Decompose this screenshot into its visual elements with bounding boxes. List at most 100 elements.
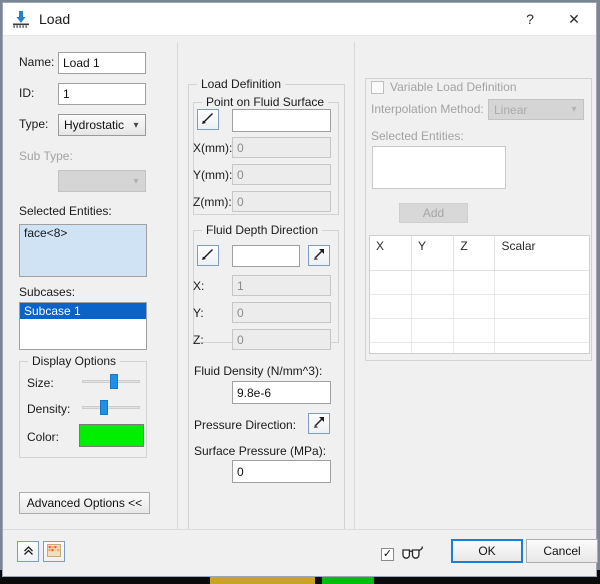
table-row[interactable]: [370, 318, 589, 343]
advanced-options-button[interactable]: Advanced Options <<: [19, 492, 150, 514]
point-entity-input[interactable]: [232, 109, 331, 132]
column-header-x[interactable]: X: [370, 236, 412, 271]
window-title: Load: [39, 11, 71, 27]
table-cell[interactable]: [370, 294, 412, 319]
table-cell[interactable]: [411, 270, 455, 295]
point-y-input[interactable]: [232, 164, 331, 185]
table-cell[interactable]: [370, 318, 412, 343]
table-cell[interactable]: [494, 294, 589, 319]
load-icon: [11, 9, 31, 29]
variable-load-checkbox[interactable]: [371, 80, 384, 94]
depth-flip-button[interactable]: [308, 245, 330, 266]
table-cell[interactable]: [370, 270, 412, 295]
arrow-pick-icon: [312, 247, 326, 264]
sub-type-label: Sub Type:: [19, 149, 73, 163]
name-input[interactable]: [58, 52, 146, 74]
depth-picker-button[interactable]: [197, 245, 219, 266]
variable-load-checkbox-label: Variable Load Definition: [390, 80, 517, 94]
chevron-down-icon: ▾: [133, 175, 139, 187]
table-cell[interactable]: [453, 270, 496, 295]
load-definition-title: Load Definition: [197, 77, 286, 91]
table-cell[interactable]: [494, 318, 589, 343]
glasses-icon[interactable]: [401, 545, 427, 563]
table-view-button[interactable]: [43, 541, 65, 562]
density-slider-track: [82, 406, 140, 409]
table-row[interactable]: [370, 342, 589, 353]
pressure-direction-label: Pressure Direction:: [194, 418, 297, 432]
list-item[interactable]: face<8>: [20, 225, 146, 241]
chevron-down-icon: ▾: [571, 104, 577, 115]
depth-y-label: Y:: [193, 306, 204, 320]
type-combo-value: Hydrostatic Loa: [64, 118, 127, 132]
depth-x-label: X:: [193, 279, 205, 293]
color-label: Color:: [27, 430, 60, 444]
depth-y-input[interactable]: [232, 302, 331, 323]
divider-right: [354, 42, 355, 562]
size-label: Size:: [27, 376, 54, 390]
depth-x-input[interactable]: [232, 275, 331, 296]
variable-load-table[interactable]: X Y Z Scalar: [369, 235, 590, 354]
type-label: Type:: [19, 117, 49, 131]
preview-toggle-row[interactable]: ✓: [381, 545, 427, 563]
arrow-pick-icon: [312, 415, 326, 432]
table-cell[interactable]: [453, 318, 496, 343]
id-label: ID:: [19, 86, 35, 100]
table-body: [370, 270, 589, 353]
table-cell[interactable]: [411, 294, 455, 319]
point-z-input[interactable]: [232, 191, 331, 212]
size-slider[interactable]: [82, 373, 140, 389]
point-x-label: X(mm):: [193, 141, 233, 155]
table-cell[interactable]: [370, 342, 412, 353]
fluid-density-input[interactable]: [232, 381, 331, 404]
variable-load-checkbox-row[interactable]: Variable Load Definition: [371, 80, 517, 94]
pressure-direction-button[interactable]: [308, 413, 330, 434]
point-x-input[interactable]: [232, 137, 331, 158]
table-cell[interactable]: [494, 342, 589, 353]
table-cell[interactable]: [411, 342, 455, 353]
type-combo[interactable]: Hydrostatic Loa ▾: [58, 114, 146, 136]
table-cell[interactable]: [453, 342, 496, 353]
id-input[interactable]: [58, 83, 146, 105]
list-item: [373, 147, 505, 149]
preview-checkbox[interactable]: ✓: [381, 547, 394, 561]
collapse-button[interactable]: [17, 541, 39, 562]
cancel-button[interactable]: Cancel: [526, 539, 598, 563]
ok-button[interactable]: OK: [451, 539, 523, 563]
table-cell[interactable]: [494, 270, 589, 295]
load-dialog: Load ? ✕ Name: ID: Type: Hydrostatic Loa…: [2, 2, 598, 577]
depth-entity-input[interactable]: [232, 245, 300, 267]
point-z-label: Z(mm):: [193, 195, 232, 209]
table-row[interactable]: [370, 270, 589, 295]
column-header-y[interactable]: Y: [411, 236, 455, 271]
table-header-row: X Y Z Scalar: [370, 236, 589, 271]
variable-selected-entities-label: Selected Entities:: [371, 129, 464, 143]
divider-left: [177, 42, 178, 562]
color-table-icon: [47, 543, 61, 560]
selected-entities-label: Selected Entities:: [19, 204, 112, 218]
surface-pressure-input[interactable]: [232, 460, 331, 483]
chevron-down-icon: ▾: [133, 119, 139, 131]
column-header-z[interactable]: Z: [453, 236, 496, 271]
dialog-body: Name: ID: Type: Hydrostatic Loa ▾ Sub Ty…: [3, 36, 596, 562]
point-y-label: Y(mm):: [193, 168, 233, 182]
title-bar: Load ? ✕: [3, 3, 596, 36]
size-slider-thumb[interactable]: [109, 374, 118, 389]
depth-z-label: Z:: [193, 333, 204, 347]
help-button[interactable]: ?: [508, 3, 552, 35]
interpolation-method-value: Linear: [494, 102, 528, 117]
selected-entities-list[interactable]: face<8>: [19, 224, 147, 277]
list-item[interactable]: Subcase 1: [20, 303, 146, 319]
table-cell[interactable]: [453, 294, 496, 319]
point-picker-button[interactable]: [197, 109, 219, 130]
interpolation-method-label: Interpolation Method:: [371, 102, 484, 116]
table-cell[interactable]: [411, 318, 455, 343]
close-button[interactable]: ✕: [552, 3, 596, 35]
table-row[interactable]: [370, 294, 589, 319]
column-header-scalar[interactable]: Scalar: [494, 236, 589, 271]
depth-z-input[interactable]: [232, 329, 331, 350]
color-swatch[interactable]: [79, 424, 144, 447]
density-slider-thumb[interactable]: [99, 400, 108, 415]
density-slider[interactable]: [82, 399, 140, 415]
subcases-list[interactable]: Subcase 1: [19, 302, 147, 350]
display-options-title: Display Options: [28, 354, 121, 368]
